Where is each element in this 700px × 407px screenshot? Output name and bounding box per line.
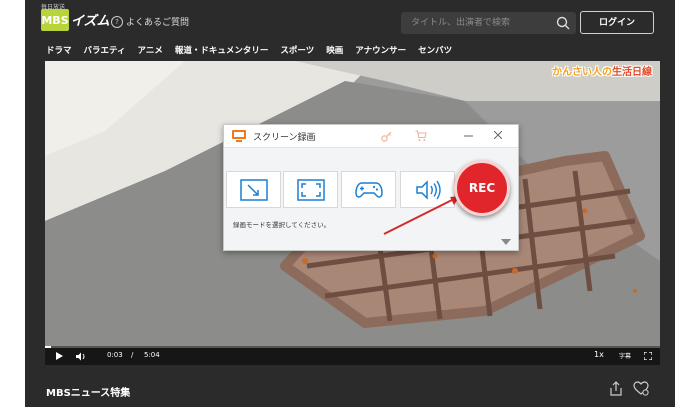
- login-button[interactable]: ログイン: [580, 11, 654, 34]
- nav-item-sports[interactable]: スポーツ: [280, 44, 314, 56]
- game-icon: [354, 181, 383, 198]
- region-mode-button[interactable]: [226, 171, 281, 208]
- region-icon: [239, 178, 268, 201]
- nav-item-senbatsu[interactable]: センバツ: [418, 44, 452, 56]
- question-icon: ?: [111, 15, 123, 28]
- video-overlay-brand: かんさい人の生活日線: [552, 63, 652, 78]
- search-input[interactable]: [401, 12, 551, 34]
- duration: 5:04: [144, 351, 160, 359]
- favorite-icon[interactable]: [633, 381, 649, 396]
- key-icon[interactable]: [381, 131, 392, 142]
- site-logo[interactable]: 毎日放送 MBS イズム: [41, 4, 110, 31]
- time-separator: /: [131, 351, 134, 359]
- fullscreen-mode-button[interactable]: [283, 171, 338, 208]
- fullscreen-icon[interactable]: [644, 352, 652, 360]
- nav-item-documentary[interactable]: 報道・ドキュメンタリー: [175, 44, 269, 56]
- expand-down-icon[interactable]: [501, 239, 511, 245]
- recorder-app-icon: [232, 130, 246, 142]
- nav-item-movie[interactable]: 映画: [326, 44, 343, 56]
- overlay-brand-main: 生活日線: [612, 67, 652, 78]
- player-controls: 0:03 / 5:04 1x 字幕: [45, 346, 660, 365]
- fullscreen-mode-icon: [296, 178, 325, 201]
- search-box: [401, 12, 576, 34]
- close-icon[interactable]: [494, 131, 502, 139]
- faq-label: よくあるご質問: [126, 18, 190, 28]
- category-nav: ドラマ バラエティ アニメ 報道・ドキュメンタリー スポーツ 映画 アナウンサー…: [46, 44, 452, 56]
- dialog-title: スクリーン録画: [253, 133, 316, 143]
- rec-button[interactable]: REC: [454, 160, 510, 216]
- search-icon[interactable]: [556, 16, 570, 30]
- logo-icon-text: MBS: [41, 13, 69, 27]
- current-time: 0:03: [107, 351, 123, 359]
- volume-icon[interactable]: [76, 352, 87, 361]
- share-icon[interactable]: [609, 381, 623, 396]
- progress-bar[interactable]: [45, 346, 660, 348]
- nav-item-drama[interactable]: ドラマ: [46, 44, 72, 56]
- logo-text: イズム: [71, 14, 110, 29]
- nav-item-variety[interactable]: バラエティ: [84, 44, 126, 56]
- playback-speed-button[interactable]: 1x: [594, 350, 604, 359]
- dialog-titlebar: スクリーン録画: [224, 125, 518, 148]
- subtitle-button[interactable]: 字幕: [619, 351, 631, 360]
- faq-link[interactable]: ? よくあるご質問: [111, 15, 189, 28]
- cart-icon[interactable]: [415, 130, 427, 142]
- nav-item-announcer[interactable]: アナウンサー: [355, 44, 406, 56]
- dialog-hint: 録画モードを選択してください。: [233, 221, 331, 229]
- nav-item-anime[interactable]: アニメ: [138, 44, 163, 56]
- header: 毎日放送 MBS イズム ? よくあるご質問 ログイン: [25, 0, 675, 40]
- progress-fill: [45, 346, 52, 348]
- minimize-icon[interactable]: [464, 135, 473, 137]
- play-icon[interactable]: [55, 352, 63, 360]
- logo-icon: MBS: [41, 9, 69, 31]
- overlay-brand-pre: かんさい人の: [552, 67, 612, 78]
- program-title: MBSニュース特集: [46, 388, 131, 399]
